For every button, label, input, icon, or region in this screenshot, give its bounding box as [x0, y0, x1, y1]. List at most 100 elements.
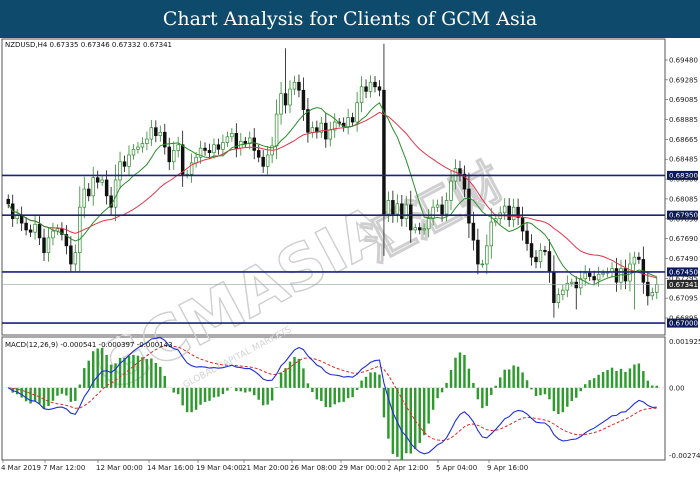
- candle-body: [265, 154, 270, 167]
- candle-body: [225, 136, 230, 143]
- candle-body: [471, 222, 476, 241]
- candle-body: [601, 272, 605, 275]
- candle-body: [310, 127, 315, 133]
- candle-body: [637, 256, 641, 260]
- candle-body: [355, 102, 359, 123]
- candle-body: [596, 273, 601, 281]
- price-axis-tick-label: 0.67295: [669, 275, 698, 283]
- candle-body: [274, 113, 279, 147]
- candle-body: [529, 243, 534, 258]
- candle-body: [180, 144, 185, 175]
- candle-body: [556, 294, 561, 303]
- time-axis-tick-label: 21 Mar 20:00: [242, 464, 289, 472]
- candle-body: [511, 206, 516, 221]
- candle-body: [413, 227, 417, 231]
- candle-body: [167, 146, 171, 163]
- candle-body: [538, 250, 543, 263]
- candle-body: [78, 206, 82, 254]
- macd-axis-tick-label: 0.00: [669, 384, 685, 392]
- time-axis-tick-label: 4 Mar 2019: [1, 464, 41, 472]
- candle-body: [614, 268, 619, 283]
- candle-body: [171, 150, 176, 163]
- candle-body: [256, 150, 261, 158]
- price-chart: GCMASIA 汇汇财 GLOBAL CAPITAL MARKETS 0.683…: [1, 38, 700, 472]
- candle-body: [91, 177, 95, 197]
- candle-body: [122, 161, 127, 167]
- candle-body: [118, 161, 122, 181]
- candle-body: [24, 222, 28, 231]
- candle-body: [113, 179, 118, 208]
- candle-body: [216, 144, 221, 150]
- candle-body: [409, 204, 413, 231]
- candle-body: [297, 81, 301, 91]
- candle-body: [525, 230, 529, 244]
- candle-body: [426, 218, 431, 230]
- candle-body: [373, 81, 377, 88]
- candle-body: [176, 144, 180, 151]
- price-axis-tick-label: 0.67890: [669, 215, 698, 223]
- candle-body: [543, 250, 547, 252]
- time-axis-tick-label: 5 Apr 04:00: [436, 464, 477, 472]
- candle-body: [51, 230, 55, 239]
- candle-body: [368, 81, 373, 92]
- price-axis-tick-label: 0.67690: [669, 235, 698, 243]
- candle-body: [632, 256, 637, 265]
- candle-body: [552, 271, 556, 303]
- candle-body: [194, 156, 198, 164]
- candle-body: [261, 156, 265, 167]
- candle-body: [301, 89, 306, 110]
- candle-body: [6, 198, 10, 205]
- candle-body: [382, 89, 386, 215]
- candle-body: [422, 228, 426, 231]
- candle-body: [583, 272, 587, 280]
- candle-body: [377, 86, 382, 91]
- candle-body: [507, 205, 511, 221]
- candle-body: [574, 281, 578, 289]
- time-axis-tick-label: 12 Mar 00:00: [96, 464, 143, 472]
- macd-axis-tick-label: 0.001925: [669, 338, 700, 346]
- candle-body: [221, 142, 225, 150]
- candle-body: [212, 144, 216, 154]
- candle-body: [140, 143, 145, 148]
- candle-body: [82, 188, 87, 208]
- candle-body: [243, 140, 248, 144]
- candle-body: [364, 86, 368, 92]
- macd-axis-tick-label: -0.002747: [669, 452, 700, 460]
- time-axis-tick-label: 7 Mar 12:00: [43, 464, 85, 472]
- candle-body: [100, 179, 104, 183]
- candle-body: [87, 188, 91, 197]
- candle-body: [587, 272, 592, 277]
- candle-body: [69, 245, 73, 265]
- candle-body: [346, 117, 350, 127]
- candle-body: [288, 88, 292, 106]
- price-axis-tick-label: 0.69480: [669, 57, 698, 65]
- time-axis-tick-label: 9 Apr 16:00: [487, 464, 528, 472]
- time-axis-tick-label: 26 Mar 08:00: [290, 464, 337, 472]
- price-axis-tick-label: 0.68665: [669, 136, 698, 144]
- candle-body: [480, 263, 485, 266]
- candle-body: [328, 129, 333, 140]
- candle-body: [592, 276, 596, 281]
- price-axis-tick-label: 0.68300: [669, 176, 698, 184]
- candle-body: [207, 150, 212, 154]
- candle-body: [547, 251, 552, 273]
- candle-body: [467, 188, 471, 224]
- candle-body: [324, 122, 328, 140]
- price-axis-tick-label: 0.68085: [669, 195, 698, 203]
- candle-body: [42, 237, 46, 254]
- price-axis-tick-label: 0.66895: [669, 315, 698, 323]
- candle-body: [570, 281, 574, 284]
- candle-body: [359, 86, 364, 104]
- candle-body: [46, 237, 51, 254]
- candle-body: [400, 203, 404, 219]
- candle-body: [203, 147, 207, 151]
- candle-body: [431, 206, 435, 219]
- candle-body: [655, 284, 659, 293]
- candle-body: [476, 239, 480, 265]
- candle-body: [391, 200, 395, 215]
- price-axis-tick-label: 0.69285: [669, 76, 698, 84]
- candle-body: [136, 146, 140, 150]
- candle-body: [33, 223, 37, 233]
- time-axis-tick-label: 29 Mar 00:00: [339, 464, 386, 472]
- candle-body: [127, 154, 131, 167]
